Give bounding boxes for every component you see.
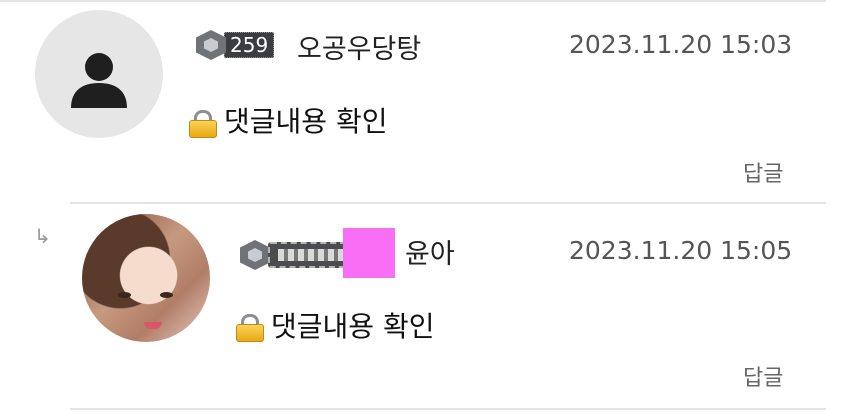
timestamp: 2023.11.20 15:03 bbox=[569, 30, 793, 59]
comment-item: ↳ 윤아 2023.11.20 15:05 댓글내용 확인 답글 bbox=[0, 204, 850, 416]
avatar[interactable] bbox=[35, 10, 163, 138]
level-number: 259 bbox=[224, 32, 275, 58]
comment-content: 댓글내용 확인 bbox=[224, 105, 388, 138]
reply-arrow-icon: ↳ bbox=[34, 224, 51, 248]
reply-button[interactable]: 답글 bbox=[743, 360, 783, 392]
nickname[interactable]: 윤아 bbox=[405, 232, 455, 271]
timestamp: 2023.11.20 15:05 bbox=[569, 236, 793, 265]
comment-item: 259 오공우당탕 2023.11.20 15:03 댓글내용 확인 답글 bbox=[0, 0, 850, 204]
avatar-eye-left bbox=[118, 292, 131, 298]
avatar[interactable] bbox=[82, 214, 210, 342]
lock-icon bbox=[236, 314, 264, 342]
level-badge: 259 bbox=[196, 30, 275, 60]
comment-content: 댓글내용 확인 bbox=[271, 310, 435, 343]
divider-bottom bbox=[70, 408, 826, 410]
reply-button[interactable]: 답글 bbox=[743, 156, 783, 188]
level-hex-icon bbox=[240, 240, 270, 270]
level-hex-icon bbox=[196, 30, 226, 60]
lock-icon bbox=[189, 110, 217, 138]
avatar-lips bbox=[144, 322, 162, 329]
person-icon bbox=[71, 53, 127, 108]
avatar-eye-right bbox=[160, 292, 173, 298]
profile-emblem bbox=[343, 228, 395, 278]
nickname[interactable]: 오공우당탕 bbox=[297, 27, 421, 66]
